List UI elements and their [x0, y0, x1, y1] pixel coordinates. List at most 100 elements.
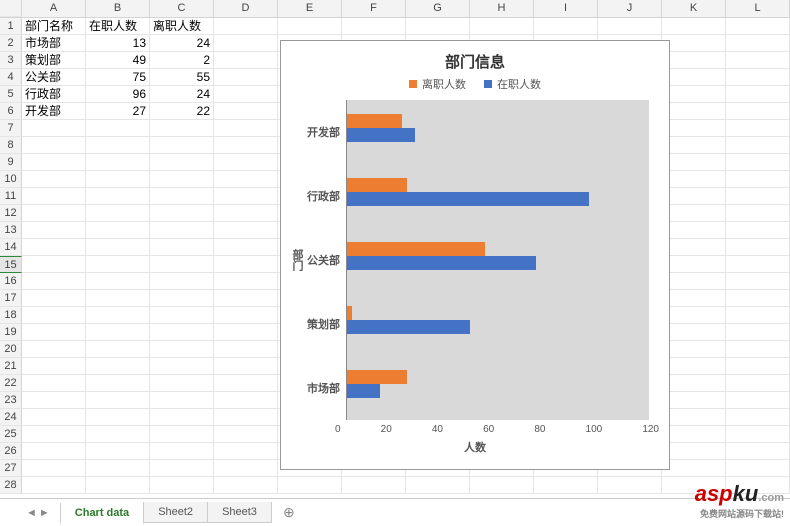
cell[interactable]	[22, 426, 86, 443]
row-header[interactable]: 2	[0, 35, 22, 52]
cell[interactable]: 96	[86, 86, 150, 103]
cell[interactable]	[662, 256, 726, 273]
cell[interactable]	[150, 188, 214, 205]
cell[interactable]	[214, 426, 278, 443]
cell[interactable]	[86, 307, 150, 324]
cell[interactable]	[86, 460, 150, 477]
cell[interactable]	[726, 460, 790, 477]
cell[interactable]	[278, 18, 342, 35]
cell[interactable]	[86, 239, 150, 256]
cell[interactable]	[662, 205, 726, 222]
cell[interactable]	[86, 205, 150, 222]
cell[interactable]	[726, 426, 790, 443]
cell[interactable]	[662, 222, 726, 239]
cell[interactable]	[150, 171, 214, 188]
cell[interactable]	[726, 222, 790, 239]
cell[interactable]	[22, 154, 86, 171]
cell[interactable]	[662, 239, 726, 256]
cell[interactable]	[662, 324, 726, 341]
cell[interactable]	[726, 375, 790, 392]
cell[interactable]	[86, 290, 150, 307]
cell[interactable]	[214, 52, 278, 69]
cell[interactable]	[214, 18, 278, 35]
cell[interactable]	[86, 188, 150, 205]
cell[interactable]	[726, 18, 790, 35]
cell[interactable]	[22, 392, 86, 409]
row-header[interactable]: 17	[0, 290, 22, 307]
row-header[interactable]: 10	[0, 171, 22, 188]
cell[interactable]	[342, 477, 406, 494]
column-header[interactable]: F	[342, 0, 406, 17]
cell[interactable]	[662, 52, 726, 69]
cell[interactable]	[662, 409, 726, 426]
cell[interactable]	[662, 426, 726, 443]
cell[interactable]	[150, 222, 214, 239]
cell[interactable]	[214, 171, 278, 188]
cell[interactable]	[86, 222, 150, 239]
cell[interactable]	[214, 392, 278, 409]
cell[interactable]	[726, 35, 790, 52]
cell[interactable]	[726, 358, 790, 375]
column-header[interactable]: D	[214, 0, 278, 17]
column-header[interactable]: K	[662, 0, 726, 17]
cell[interactable]	[214, 375, 278, 392]
cell[interactable]	[278, 477, 342, 494]
cell[interactable]	[342, 18, 406, 35]
cell[interactable]	[22, 460, 86, 477]
cell[interactable]	[86, 426, 150, 443]
cell[interactable]: 22	[150, 103, 214, 120]
cell[interactable]	[22, 205, 86, 222]
cell[interactable]	[726, 443, 790, 460]
cell[interactable]	[86, 137, 150, 154]
cell[interactable]	[662, 460, 726, 477]
cell[interactable]	[22, 256, 86, 273]
row-header[interactable]: 4	[0, 69, 22, 86]
cell[interactable]	[726, 69, 790, 86]
cell[interactable]	[662, 443, 726, 460]
cell[interactable]	[150, 205, 214, 222]
cell[interactable]: 27	[86, 103, 150, 120]
cell[interactable]	[214, 137, 278, 154]
cell[interactable]	[22, 375, 86, 392]
cell[interactable]	[86, 409, 150, 426]
cell[interactable]: 55	[150, 69, 214, 86]
row-header[interactable]: 24	[0, 409, 22, 426]
cell[interactable]	[86, 341, 150, 358]
cell[interactable]	[214, 256, 278, 273]
cell[interactable]	[86, 477, 150, 494]
column-header[interactable]: J	[598, 0, 662, 17]
column-header[interactable]: C	[150, 0, 214, 17]
cell[interactable]	[662, 341, 726, 358]
cell[interactable]	[22, 409, 86, 426]
cell[interactable]	[662, 171, 726, 188]
cell[interactable]	[662, 35, 726, 52]
cell[interactable]	[598, 477, 662, 494]
cell[interactable]	[86, 392, 150, 409]
cell[interactable]	[662, 273, 726, 290]
cell[interactable]	[726, 137, 790, 154]
cell[interactable]	[150, 460, 214, 477]
cell[interactable]	[726, 307, 790, 324]
cell[interactable]	[726, 324, 790, 341]
row-header[interactable]: 18	[0, 307, 22, 324]
cell[interactable]	[662, 69, 726, 86]
add-sheet-button[interactable]: ⊕	[277, 502, 301, 523]
cell[interactable]	[662, 154, 726, 171]
column-header[interactable]: A	[22, 0, 86, 17]
row-header[interactable]: 9	[0, 154, 22, 171]
cell[interactable]	[86, 358, 150, 375]
embedded-chart[interactable]: 部门信息 离职人数 在职人数 部门 开发部行政部公关部策划部市场部 020406…	[280, 40, 670, 470]
row-header[interactable]: 23	[0, 392, 22, 409]
row-header[interactable]: 19	[0, 324, 22, 341]
cell[interactable]	[534, 18, 598, 35]
cell[interactable]	[214, 86, 278, 103]
row-header[interactable]: 6	[0, 103, 22, 120]
cell[interactable]	[214, 120, 278, 137]
cell[interactable]	[214, 443, 278, 460]
row-header[interactable]: 8	[0, 137, 22, 154]
cell[interactable]	[22, 358, 86, 375]
cell[interactable]	[662, 103, 726, 120]
row-header[interactable]: 20	[0, 341, 22, 358]
sheet-tab[interactable]: Chart data	[60, 503, 144, 524]
cell[interactable]	[662, 18, 726, 35]
